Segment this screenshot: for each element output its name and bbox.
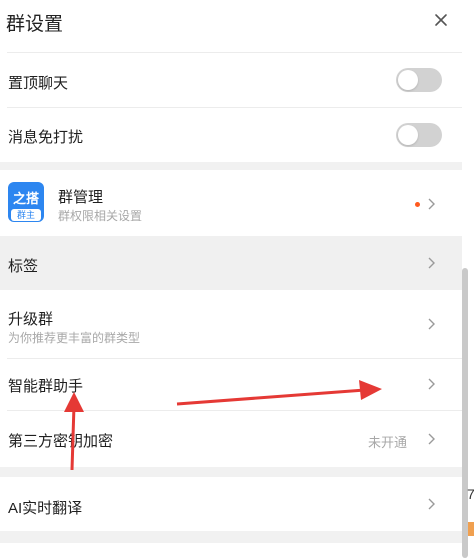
scrollbar[interactable] [462,268,468,558]
section-gap [0,467,462,477]
group-settings-panel: 群设置 置顶聊天 消息免打扰 之搭 群主 群管理 群权限相关设置 标签 升级群 … [0,0,462,558]
chevron-right-icon [428,318,435,330]
ai-translate-row[interactable]: AI实时翻译 [0,477,462,531]
smart-assistant-label: 智能群助手 [8,378,84,395]
tags-label: 标签 [8,258,39,275]
upgrade-group-label: 升级群 [8,311,54,328]
toggle-knob [398,70,418,90]
encryption-status: 未开通 [368,435,408,450]
background-mark [468,522,474,536]
chevron-right-icon [428,498,435,510]
chevron-right-icon [428,378,435,390]
key-encryption-row[interactable]: 第三方密钥加密 未开通 [0,411,462,467]
next-section [0,543,462,558]
ai-translate-label: AI实时翻译 [8,500,83,517]
background-text: 7 [467,486,474,502]
panel-header: 群设置 [0,0,462,44]
mute-row: 消息免打扰 [0,108,462,162]
page-title: 群设置 [6,14,64,35]
upgrade-group-row[interactable]: 升级群 为你推荐更丰富的群类型 [0,290,462,358]
notice-dot [415,202,420,207]
toggle-knob [398,125,418,145]
group-admin-title: 群管理 [58,189,104,206]
chevron-right-icon [428,198,435,210]
chevron-right-icon [428,433,435,445]
mute-toggle[interactable] [396,123,442,147]
mute-label: 消息免打扰 [8,129,84,146]
group-admin-subtitle: 群权限相关设置 [58,209,143,223]
pin-chat-row: 置顶聊天 [0,52,462,108]
section-gap [0,162,462,170]
chevron-right-icon [428,257,435,269]
chat-options-section: 置顶聊天 消息免打扰 [0,52,462,162]
close-icon[interactable] [431,10,451,30]
smart-assistant-row[interactable]: 智能群助手 [0,358,462,410]
group-admin-texts[interactable]: 群管理 群权限相关设置 [0,170,462,236]
pin-chat-label: 置顶聊天 [8,75,69,92]
key-encryption-label: 第三方密钥加密 [8,433,114,450]
pin-chat-toggle[interactable] [396,68,442,92]
section-gap [0,531,462,543]
tags-row[interactable]: 标签 [0,236,462,290]
upgrade-group-subtitle: 为你推荐更丰富的群类型 [8,331,141,345]
